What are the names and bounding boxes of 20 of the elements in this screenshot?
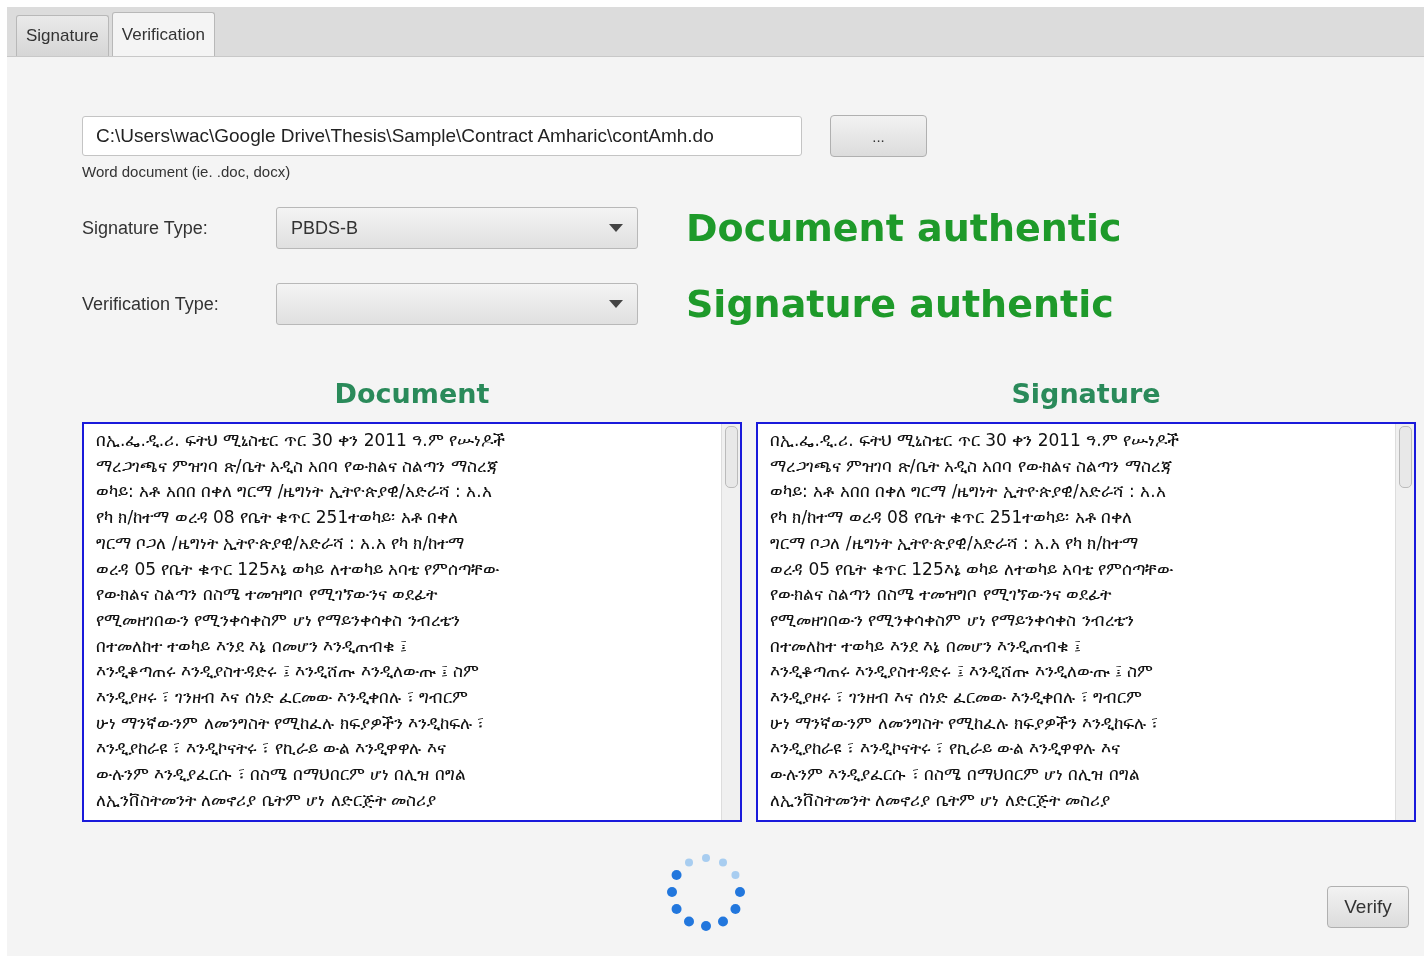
- status-message: Document authentic: [686, 206, 1122, 250]
- verify-button[interactable]: Verify: [1327, 886, 1409, 928]
- field-label: Signature Type:: [82, 217, 209, 239]
- scrollbar[interactable]: [721, 424, 740, 820]
- dropdown-caret-icon: [609, 300, 623, 308]
- text-area[interactable]: በኢ.ፌ.ዲ.ሪ. ፍትህ ሚኒስቴር ጥር 30 ቀን 2011 ዓ.ም የሡነዶች ማረጋገጫና ምዝገባ ጽ/ቤት አዲስ አበባ የውክልና ስልጣን ማስረጃ ወካይ: አቶ አበበ በቀለ ግርማ /ዜግነት ኢትዮጵያዊ/አድራሻ : አ.አ የካ ክ/ከተማ ወረዳ 08 የቤት ቁጥር 251ተወካይ፡ አቶ በቀለ ግርማ ቦጋለ /ዜግነት ኢትዮጵያዊ/አድራሻ : አ.አ የካ ክ/ከተማ ወረዳ 05 የቤት ቁጥር 125እኔ ወካይ ለተወካይ አባቴ የምሰጣቸው የውክልና ስልጣን በስሜ ተመዝግቦ የሚገኘውንና ወደፊት የሚመዘገበውን የሚንቀሳቀስም ሆነ የማይንቀሳቀስ ንብረቴን በተመለከተ ተወካይ እንደ እኔ በመሆን እንዲጠብቁ ፤ እንዲቆጣጠሩ እንዲያስተዳድሩ ፤ እንዲሸጡ እንዲለውጡ ፤ ስም እንዲያዞሩ ፣ ገንዘብ እና ሰነድ ፈርመው እንዲቀበሉ ፣ ግብርም ሁነ ማንኛውንም ለመንግስት የሚከፈሉ ክፍያዎችን እንዲከፍሉ ፣ እንዲያከራዩ ፣ እንዲኮናትሩ ፣ የኪራይ ውል እንዲዋዋሉ እና ውሉንም እንዲያፈርሱ ፣ በስሜ በማህበርም ሆነ በሊዝ በግል ለኢንቨስትመንት ለመኖሪያ ቤትም ሆነ ለድርጅት መስሪያ: [756, 422, 1416, 822]
- tab[interactable]: Signature: [16, 15, 109, 56]
- text-area[interactable]: በኢ.ፌ.ዲ.ሪ. ፍትህ ሚኒስቴር ጥር 30 ቀን 2011 ዓ.ም የሡነዶች ማረጋገጫና ምዝገባ ጽ/ቤት አዲስ አበባ የውክልና ስልጣን ማስረጃ ወካይ: አቶ አበበ በቀለ ግርማ /ዜግነት ኢትዮጵያዊ/አድራሻ : አ.አ የካ ክ/ከተማ ወረዳ 08 የቤት ቁጥር 251ተወካይ፡ አቶ በቀለ ግርማ ቦጋለ /ዜግነት ኢትዮጵያዊ/አድራሻ : አ.አ የካ ክ/ከተማ ወረዳ 05 የቤት ቁጥር 125እኔ ወካይ ለተወካይ አባቴ የምሰጣቸው የውክልና ስልጣን በስሜ ተመዝግቦ የሚገኘውንና ወደፊት የሚመዘገበውን የሚንቀሳቀስም ሆነ የማይንቀሳቀስ ንብረቴን በተመለከተ ተወካይ እንደ እኔ በመሆን እንዲጠብቁ ፤ እንዲቆጣጠሩ እንዲያስተዳድሩ ፤ እንዲሸጡ እንዲለውጡ ፤ ስም እንዲያዞሩ ፣ ገንዘብ እና ሰነድ ፈርመው እንዲቀበሉ ፣ ግብርም ሁነ ማንኛውንም ለመንግስት የሚከፈሉ ክፍያዎችን እንዲከፍሉ ፣ እንዲያከራዩ ፣ እንዲኮናትሩ ፣ የኪራይ ውል እንዲዋዋሉ እና ውሉንም እንዲያፈርሱ ፣ በስሜ በማህበርም ሆነ በሊዝ በግል ለኢንቨስትመንት ለመኖሪያ ቤትም ሆነ ለድርጅት መስሪያ: [82, 422, 742, 822]
- field-label: Verification Type:: [82, 293, 220, 315]
- file-hint: Word document (ie. .doc, docx): [82, 163, 292, 180]
- scrollbar[interactable]: [1395, 424, 1414, 820]
- panel-title: Document: [334, 378, 490, 411]
- type-dropdown[interactable]: [276, 283, 638, 325]
- status-message: Signature authentic: [686, 282, 1114, 326]
- dropdown-caret-icon: [609, 224, 623, 232]
- panel-title: Signature: [1011, 378, 1161, 411]
- type-dropdown[interactable]: PBDS-B: [276, 207, 638, 249]
- tab[interactable]: Verification: [111, 12, 215, 56]
- browse-button[interactable]: ...: [830, 115, 927, 157]
- file-path-field[interactable]: C:\Users\wac\Google Drive\Thesis\Sample\Contract Amharic\contAmh.do: [82, 116, 802, 156]
